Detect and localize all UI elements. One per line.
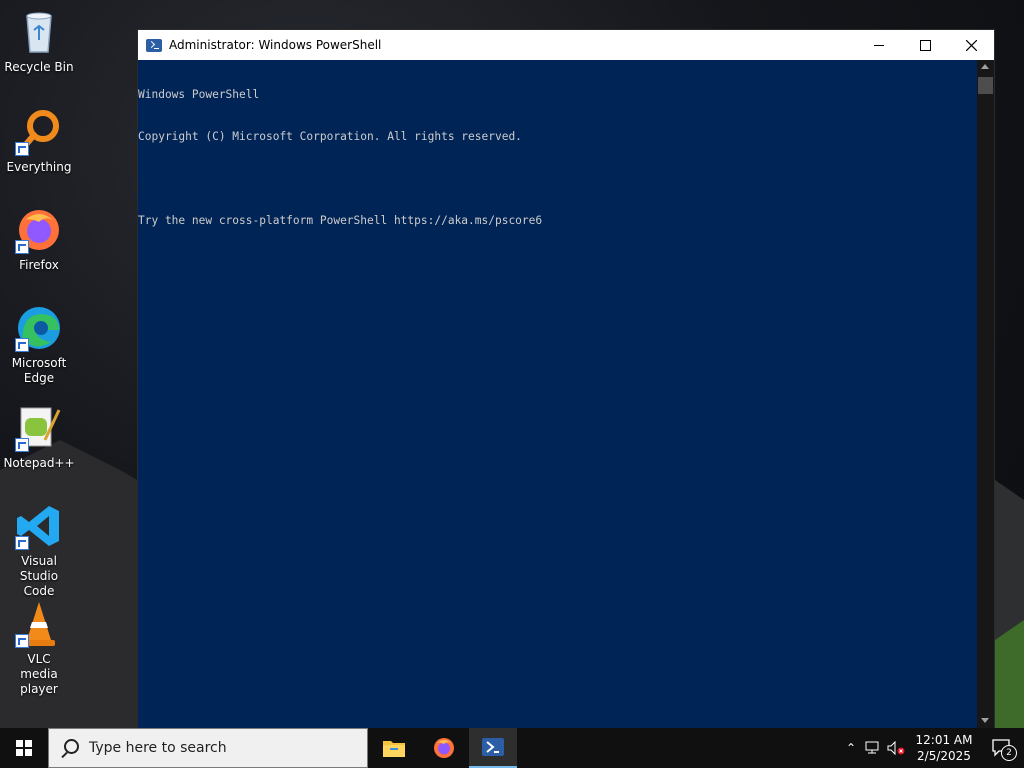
desktop-icon-notepad-plus-plus[interactable]: Notepad++ <box>0 404 78 471</box>
desktop-icon-visual-studio-code[interactable]: Visual Studio Code <box>0 502 78 599</box>
shortcut-arrow-icon <box>15 438 29 452</box>
window-title: Administrator: Windows PowerShell <box>169 38 382 52</box>
maximize-button[interactable] <box>902 30 948 60</box>
taskbar-powershell[interactable] <box>469 728 517 768</box>
close-button[interactable] <box>948 30 994 60</box>
firefox-icon <box>15 206 63 254</box>
desktop-icon-label: Microsoft Edge <box>11 356 67 385</box>
everything-icon <box>15 108 63 156</box>
recycle-bin-icon <box>15 8 63 56</box>
firefox-icon <box>434 738 454 758</box>
desktop-icon-label: VLC media player <box>20 652 58 696</box>
minimize-icon <box>874 44 884 46</box>
clock-date: 2/5/2025 <box>917 749 971 763</box>
edge-icon <box>15 304 63 352</box>
desktop-icon-firefox[interactable]: Firefox <box>0 206 78 273</box>
desktop-icon-vlc-media-player[interactable]: VLC media player <box>0 600 78 697</box>
vlc-icon <box>15 600 63 648</box>
scroll-up-icon[interactable] <box>981 64 989 69</box>
system-tray: ⌃ 12:01 AM 2/5/2025 2 <box>840 728 1024 768</box>
powershell-window[interactable]: Administrator: Windows PowerShell Window… <box>137 29 995 729</box>
action-center-button[interactable]: 2 <box>980 728 1024 768</box>
vscode-icon <box>15 502 63 550</box>
folder-icon <box>383 741 405 757</box>
windows-logo-icon <box>16 740 32 756</box>
shortcut-arrow-icon <box>15 634 29 648</box>
desktop-icon-label: Visual Studio Code <box>19 554 59 598</box>
scrollbar-thumb[interactable] <box>978 77 993 94</box>
desktop-icon-label: Firefox <box>19 258 59 272</box>
network-icon[interactable] <box>862 741 884 755</box>
search-icon <box>61 739 79 757</box>
console-scrollbar[interactable] <box>977 60 994 728</box>
taskbar: Type here to search ⌃ 12:01 AM 2/5/2025 … <box>0 728 1024 768</box>
maximize-icon <box>919 39 931 51</box>
minimize-button[interactable] <box>856 30 902 60</box>
taskbar-clock[interactable]: 12:01 AM 2/5/2025 <box>908 732 980 764</box>
notepad-plus-plus-icon <box>15 404 63 452</box>
taskbar-search-box[interactable]: Type here to search <box>48 728 368 768</box>
volume-muted-icon[interactable] <box>884 741 908 755</box>
close-icon <box>965 39 977 51</box>
powershell-icon <box>146 38 162 52</box>
console-line: Windows PowerShell <box>138 88 260 101</box>
desktop-icon-label: Notepad++ <box>3 456 75 470</box>
desktop-icon-label: Recycle Bin <box>4 60 74 74</box>
console-line: Copyright (C) Microsoft Corporation. All… <box>138 130 522 143</box>
desktop-icon-label: Everything <box>6 160 72 174</box>
start-button[interactable] <box>0 728 48 768</box>
clock-time: 12:01 AM <box>915 733 973 747</box>
shortcut-arrow-icon <box>15 338 29 352</box>
shortcut-arrow-icon <box>15 536 29 550</box>
powershell-icon <box>482 738 504 756</box>
shortcut-arrow-icon <box>15 240 29 254</box>
search-placeholder: Type here to search <box>89 740 227 756</box>
desktop-icon-microsoft-edge[interactable]: Microsoft Edge <box>0 304 78 386</box>
window-titlebar[interactable]: Administrator: Windows PowerShell <box>138 30 994 60</box>
console-line: Try the new cross-platform PowerShell ht… <box>138 214 543 227</box>
window-controls <box>856 30 994 60</box>
desktop-icon-recycle-bin[interactable]: Recycle Bin <box>0 8 78 75</box>
scroll-down-icon[interactable] <box>981 718 989 723</box>
show-hidden-icons-chevron-icon[interactable]: ⌃ <box>840 741 862 755</box>
taskbar-firefox[interactable] <box>420 728 468 768</box>
shortcut-arrow-icon <box>15 142 29 156</box>
notification-count-badge: 2 <box>1001 745 1017 761</box>
desktop-icon-everything[interactable]: Everything <box>0 108 78 175</box>
console-output[interactable]: Windows PowerShell Copyright (C) Microso… <box>138 60 978 728</box>
taskbar-file-explorer[interactable] <box>370 728 418 768</box>
